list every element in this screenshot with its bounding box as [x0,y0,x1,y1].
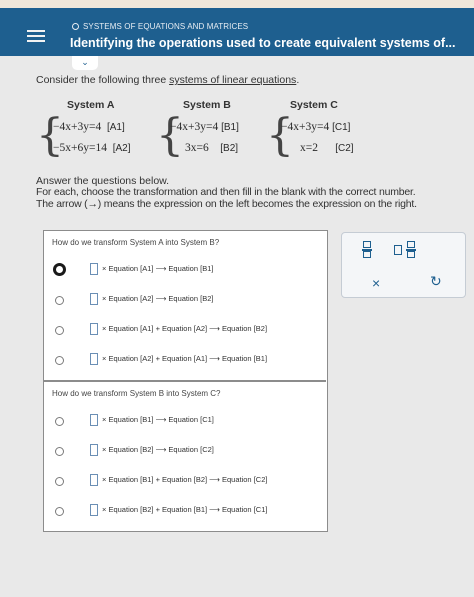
q1-option-4[interactable]: × Equation [A2] + Equation [A1] ⟶ Equati… [44,352,326,372]
radio-button[interactable] [55,417,64,426]
number-blank-input[interactable] [90,474,98,486]
q1-option-1-label: × Equation [A1] ⟶ Equation [B1] [102,264,214,273]
intro-suffix: . [296,74,300,86]
number-blank-input[interactable] [90,353,98,365]
intro-text: Consider the following three systems of … [36,74,299,86]
math-tool-palette: × ↻ [341,232,466,298]
hamburger-icon[interactable] [27,30,45,44]
system-b-heading: System B [183,99,231,111]
breadcrumb: SYSTEMS OF EQUATIONS AND MATRICES [72,22,248,31]
close-icon[interactable]: × [372,275,380,291]
radio-button[interactable] [55,477,64,486]
intro-prefix: Consider the following three [36,74,170,86]
q2-option-4[interactable]: × Equation [B2] + Equation [B1] ⟶ Equati… [44,503,326,523]
q2-option-1-label: × Equation [B1] ⟶ Equation [C1] [102,415,214,424]
number-blank-input[interactable] [90,263,98,275]
mixed-number-icon[interactable] [406,241,416,259]
circle-icon [72,23,79,30]
system-a-eq2: −5x+6y=14 [A2] [53,142,131,154]
q1-option-2-label: × Equation [A2] ⟶ Equation [B2] [102,294,214,303]
system-b-eq2: 3x=6 [B2] [185,142,239,154]
breadcrumb-text: SYSTEMS OF EQUATIONS AND MATRICES [83,22,249,31]
question2-title: How do we transform System B into System… [52,389,221,398]
radio-button[interactable] [55,326,64,335]
radio-button[interactable] [55,507,64,516]
instructions-line2: For each, choose the transformation and … [36,186,416,198]
number-blank-input[interactable] [90,293,98,305]
top-strip [0,0,474,8]
system-c-eq2: x=2 [C2] [300,142,354,154]
number-blank-input[interactable] [90,414,98,426]
system-a-heading: System A [67,99,115,111]
q1-option-1[interactable]: × Equation [A1] ⟶ Equation [B1] [44,262,326,282]
q2-option-3[interactable]: × Equation [B1] + Equation [B2] ⟶ Equati… [44,473,326,493]
q2-option-2[interactable]: × Equation [B2] ⟶ Equation [C2] [44,443,326,463]
fraction-icon[interactable] [362,241,372,259]
number-blank-input[interactable] [90,504,98,516]
chevron-down-icon[interactable]: ⌄ [72,56,98,70]
mixed-number-whole-box [394,245,402,255]
tool-palette-top [342,233,465,269]
q2-option-4-label: × Equation [B2] + Equation [B1] ⟶ Equati… [102,505,268,514]
question-divider [44,380,326,382]
intro-link[interactable]: systems of linear equations [169,74,296,86]
question-panel: How do we transform System A into System… [43,230,328,532]
instructions-line3: The arrow (→) means the expression on th… [36,198,417,210]
header-bar: SYSTEMS OF EQUATIONS AND MATRICES Identi… [0,8,474,56]
q2-option-1[interactable]: × Equation [B1] ⟶ Equation [C1] [44,413,326,433]
radio-button-selected[interactable] [53,263,66,276]
radio-button[interactable] [55,356,64,365]
system-a-eq1: −4x+3y=4 [A1] [53,121,125,133]
page-title: Identifying the operations used to creat… [70,36,456,50]
undo-icon[interactable]: ↻ [430,273,442,290]
radio-button[interactable] [55,447,64,456]
q2-option-2-label: × Equation [B2] ⟶ Equation [C2] [102,445,214,454]
q1-option-4-label: × Equation [A2] + Equation [A1] ⟶ Equati… [102,354,268,363]
number-blank-input[interactable] [90,444,98,456]
system-b-eq1: −4x+3y=4 [B1] [170,121,239,133]
number-blank-input[interactable] [90,323,98,335]
q1-option-2[interactable]: × Equation [A2] ⟶ Equation [B2] [44,292,326,312]
q1-option-3-label: × Equation [A1] + Equation [A2] ⟶ Equati… [102,324,268,333]
question1-title: How do we transform System A into System… [52,238,220,247]
q2-option-3-label: × Equation [B1] + Equation [B2] ⟶ Equati… [102,475,268,484]
system-c-heading: System C [290,99,338,111]
q1-option-3[interactable]: × Equation [A1] + Equation [A2] ⟶ Equati… [44,322,326,342]
radio-button[interactable] [55,296,64,305]
system-c-eq1: −4x+3y=4 [C1] [281,121,351,133]
